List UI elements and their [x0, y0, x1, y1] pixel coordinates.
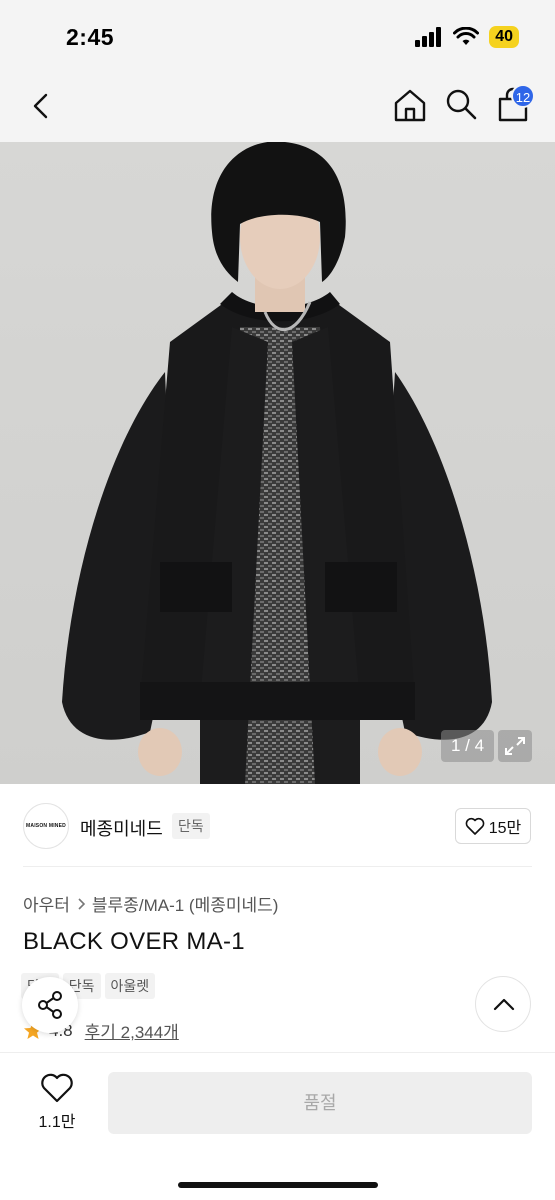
- status-time: 2:45: [66, 24, 115, 50]
- status-bar: 2:45 40: [0, 0, 555, 72]
- home-icon[interactable]: [392, 87, 428, 123]
- search-icon[interactable]: [444, 87, 478, 121]
- image-counter: 1 / 4: [441, 730, 494, 762]
- breadcrumb: 아우터 블루종/MA-1 (메종미네드): [23, 891, 278, 916]
- brand-like-button[interactable]: 15만: [455, 808, 531, 844]
- brand-name[interactable]: 메종미네드: [80, 815, 163, 841]
- wishlist-count: 1.1만: [38, 1114, 76, 1131]
- breadcrumb-category[interactable]: 아우터: [23, 891, 70, 916]
- divider: [23, 866, 532, 867]
- brand-like-count: 15만: [488, 820, 522, 837]
- product-image[interactable]: [0, 142, 555, 784]
- product-photo: [0, 142, 555, 784]
- share-button[interactable]: [22, 977, 78, 1033]
- expand-icon: [505, 737, 525, 755]
- nav-bar: [0, 72, 555, 142]
- status-icons: 40: [415, 26, 519, 48]
- scroll-top-button[interactable]: [475, 976, 531, 1032]
- signal-icon: [415, 27, 442, 47]
- back-icon[interactable]: [26, 90, 58, 122]
- home-indicator: [178, 1182, 378, 1188]
- chevron-right-icon: [78, 897, 86, 910]
- expand-button[interactable]: [498, 730, 532, 762]
- product-title: BLACK OVER MA-1: [23, 928, 245, 955]
- heart-icon: [465, 817, 485, 835]
- breadcrumb-subcategory[interactable]: 블루종/MA-1 (메종미네드): [92, 891, 279, 916]
- battery-indicator: 40: [489, 26, 519, 48]
- wishlist-heart-icon[interactable]: [40, 1073, 74, 1103]
- chevron-up-icon: [493, 998, 515, 1011]
- brand-logo[interactable]: MAISON MINED: [23, 803, 69, 849]
- cart-count-badge: 12: [511, 84, 535, 108]
- wifi-icon: [453, 27, 480, 45]
- product-tag: 아울렛: [104, 973, 156, 999]
- review-count-link[interactable]: 후기 2,344개: [85, 1018, 179, 1043]
- share-icon: [38, 991, 62, 1019]
- brand-exclusive-tag: 단독: [172, 813, 210, 839]
- soldout-button[interactable]: 품절: [108, 1072, 532, 1134]
